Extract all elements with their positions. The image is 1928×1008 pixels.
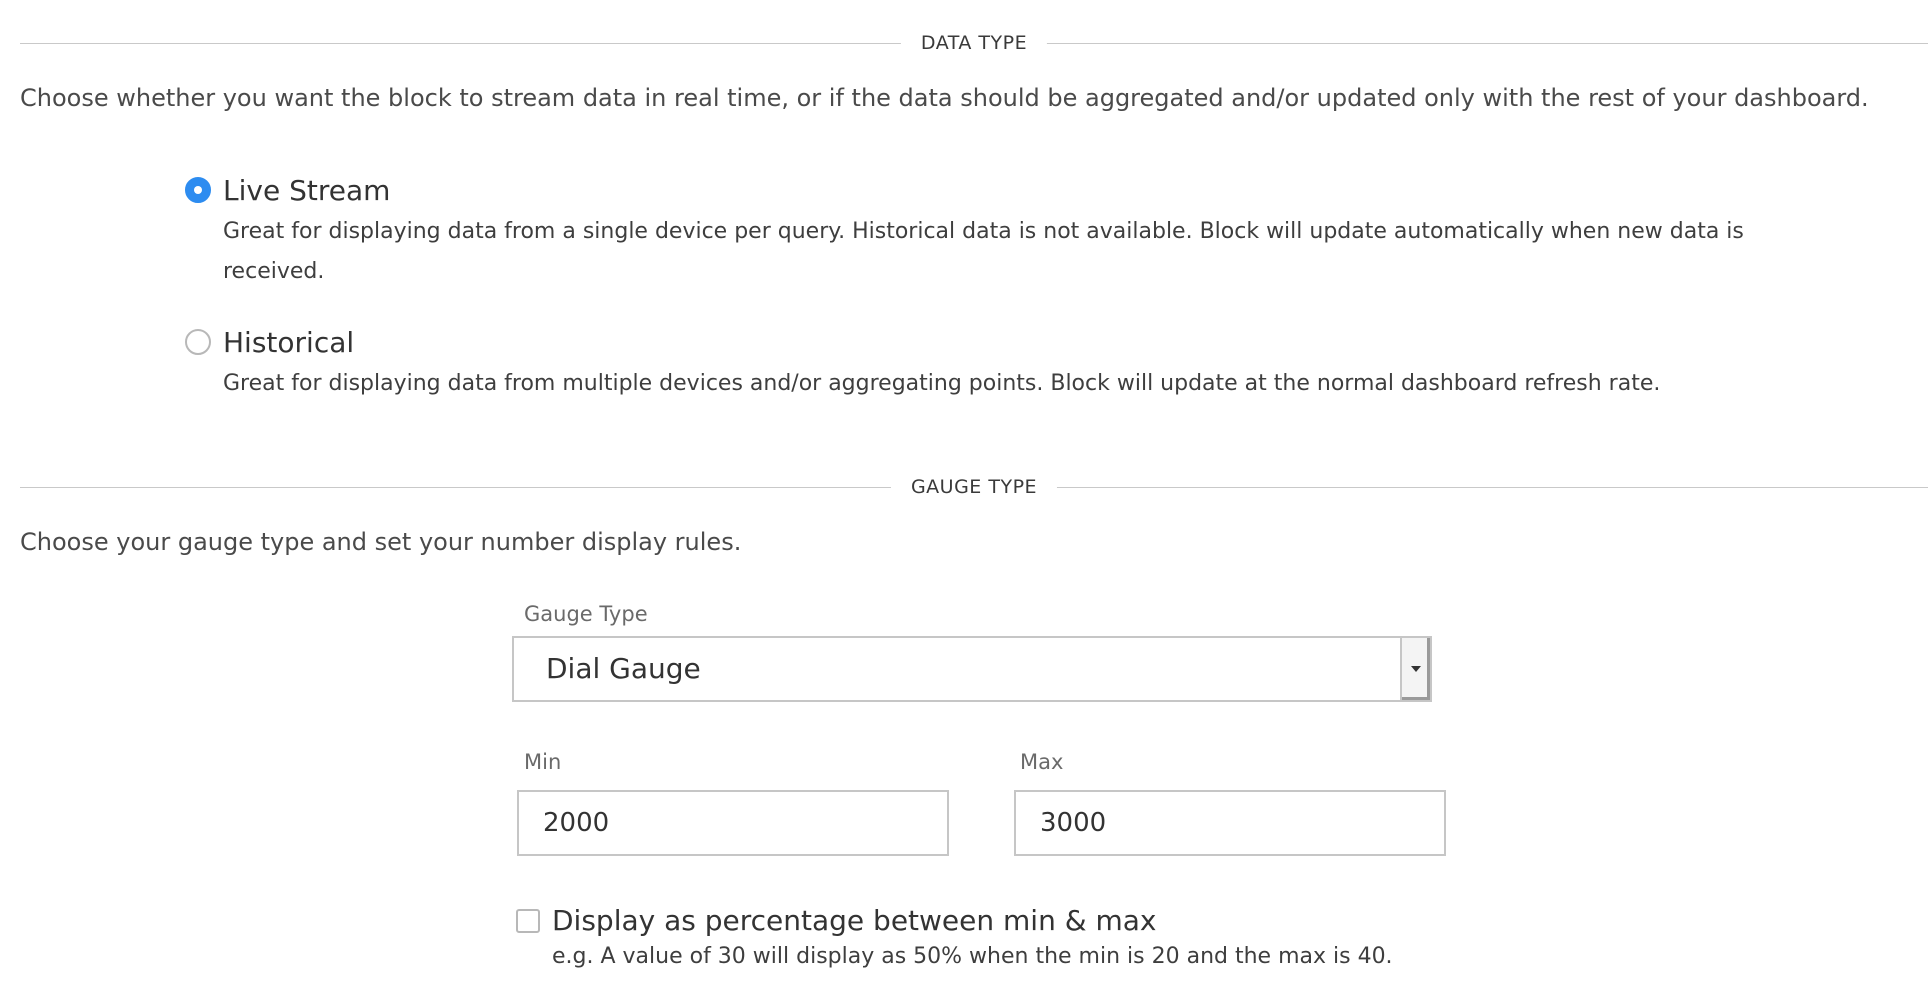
percentage-checkbox-label[interactable]: Display as percentage between min & max xyxy=(552,904,1156,937)
percentage-option[interactable]: Display as percentage between min & max xyxy=(516,904,1156,937)
radio-help-live-stream: Great for displaying data from a single … xyxy=(223,219,1744,284)
max-input[interactable] xyxy=(1014,790,1446,856)
max-label: Max xyxy=(1020,750,1064,774)
radio-option-historical[interactable]: Historical Great for displaying data fro… xyxy=(185,322,1745,404)
gauge-type-selected-value: Dial Gauge xyxy=(546,652,701,685)
block-settings-page: DATA TYPE Choose whether you want the bl… xyxy=(0,0,1928,1008)
percentage-checkbox[interactable] xyxy=(516,908,540,933)
radio-label-live-stream[interactable]: Live Stream xyxy=(223,174,390,207)
gauge-type-description: Choose your gauge type and set your numb… xyxy=(20,528,742,556)
percentage-help-text: e.g. A value of 30 will display as 50% w… xyxy=(552,944,1393,969)
radio-option-live-stream[interactable]: Live Stream Great for displaying data fr… xyxy=(185,170,1745,292)
gauge-type-section-heading: GAUGE TYPE xyxy=(20,472,1928,502)
data-type-section-heading: DATA TYPE xyxy=(20,28,1928,58)
radio-label-historical[interactable]: Historical xyxy=(223,326,354,359)
gauge-type-heading: GAUGE TYPE xyxy=(890,472,1058,502)
min-label: Min xyxy=(524,750,562,774)
radio-help-historical: Great for displaying data from multiple … xyxy=(223,371,1661,396)
gauge-type-label: Gauge Type xyxy=(524,602,648,626)
data-type-description: Choose whether you want the block to str… xyxy=(20,84,1869,112)
radio-historical[interactable] xyxy=(185,329,211,355)
data-type-heading: DATA TYPE xyxy=(900,28,1048,58)
min-input[interactable] xyxy=(517,790,949,856)
radio-live-stream[interactable] xyxy=(185,177,211,203)
gauge-type-select[interactable]: Dial Gauge xyxy=(512,636,1432,702)
dropdown-arrow-icon[interactable] xyxy=(1400,638,1430,700)
